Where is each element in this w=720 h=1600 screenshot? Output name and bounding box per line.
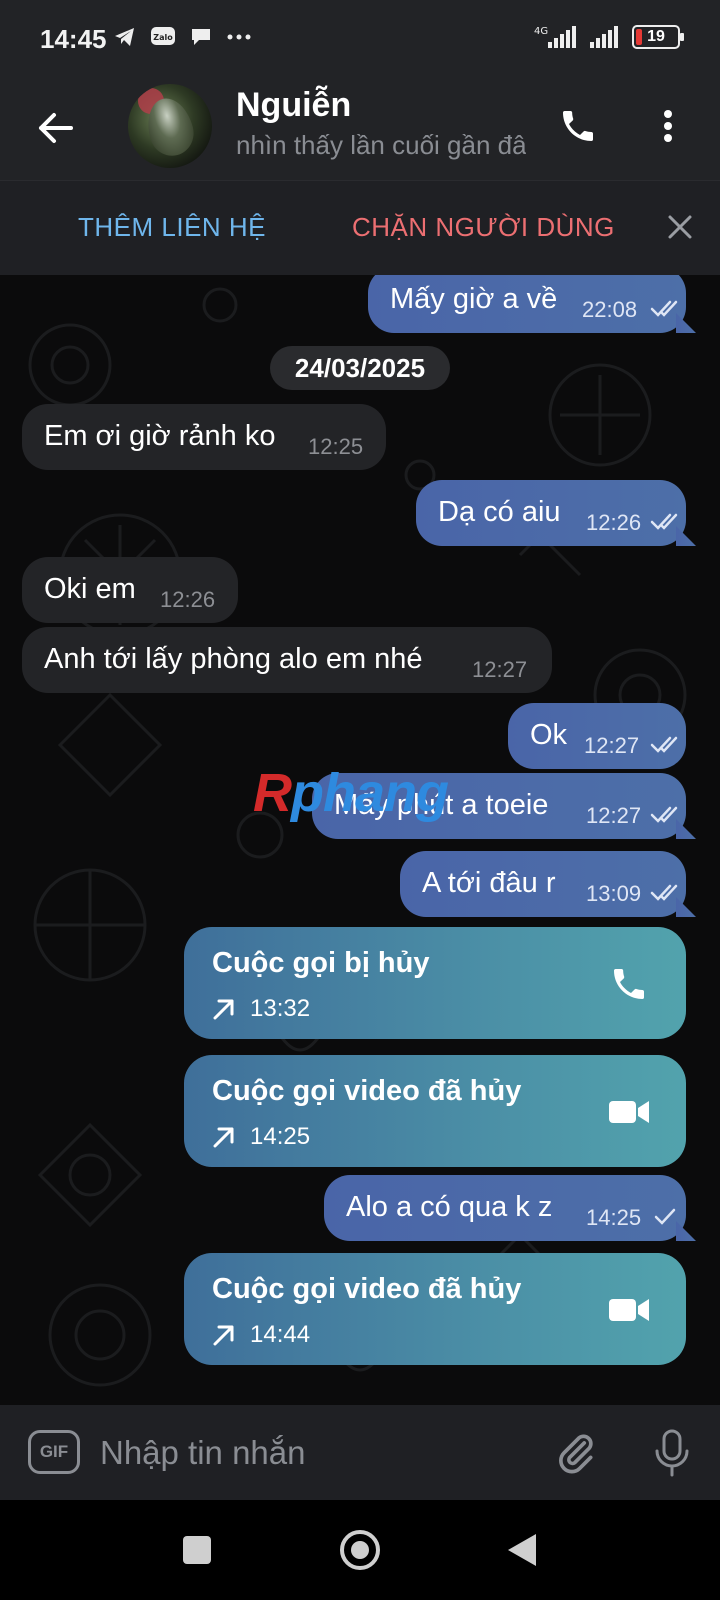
signal-icon <box>590 26 618 48</box>
message-text: Dạ có aiu <box>438 496 561 528</box>
call-back-button[interactable] <box>606 961 652 1007</box>
contact-name[interactable]: Nguiễn <box>236 86 351 125</box>
zalo-icon: Zalo <box>150 24 176 50</box>
message-bubble-outgoing[interactable]: Dạ có aiu 12:26 <box>416 480 686 546</box>
avatar[interactable] <box>128 84 212 168</box>
message-time: 12:27 <box>584 733 640 758</box>
gif-button[interactable]: GIF <box>28 1430 80 1474</box>
telegram-icon <box>112 24 138 50</box>
notification-icons: Zalo <box>112 24 252 50</box>
call-button[interactable] <box>552 100 604 152</box>
outgoing-arrow-icon <box>213 999 234 1020</box>
message-text: Em ơi giờ rảnh ko <box>44 420 276 452</box>
double-check-icon <box>650 806 678 823</box>
video-call-back-button[interactable] <box>606 1287 652 1333</box>
svg-text:4G: 4G <box>534 26 548 37</box>
attach-button[interactable] <box>552 1429 600 1477</box>
message-time: 22:08 <box>582 297 638 322</box>
more-options-button[interactable] <box>648 100 688 152</box>
message-time: 12:26 <box>586 510 642 535</box>
message-text: Ok <box>530 719 568 751</box>
call-time: 14:25 <box>250 1123 311 1150</box>
double-check-icon <box>650 513 678 530</box>
paperclip-icon <box>559 1434 593 1474</box>
message-time: 12:27 <box>472 657 528 682</box>
video-call-message-cancelled[interactable]: Cuộc gọi video đã hủy 14:25 <box>184 1055 686 1167</box>
video-camera-icon <box>609 1299 649 1321</box>
system-back-button[interactable] <box>508 1534 536 1566</box>
arrow-left-icon <box>39 113 73 143</box>
message-input[interactable] <box>100 1425 520 1481</box>
message-time: 12:25 <box>308 434 364 459</box>
video-call-back-button[interactable] <box>606 1089 652 1135</box>
message-bubble-outgoing[interactable]: Alo a có qua k z 14:25 <box>324 1175 686 1241</box>
call-title: Cuộc gọi video đã hủy <box>212 1075 522 1107</box>
message-list[interactable]: Mấy giờ a về 22:08 24/03/2025 Em ơi giờ … <box>0 275 720 1405</box>
chat-icon <box>188 24 214 50</box>
signal-4g-icon: 4G <box>534 26 576 48</box>
message-text: Mấy giờ a về <box>390 283 558 315</box>
more-dots-icon <box>226 24 252 50</box>
call-time: 14:44 <box>250 1321 311 1348</box>
phone-icon <box>614 969 644 999</box>
chat-header: Nguiễn nhìn thấy lần cuối gần đây <box>0 76 720 180</box>
close-action-bar-button[interactable] <box>660 207 700 247</box>
message-bubble-incoming[interactable]: Anh tới lấy phòng alo em nhé 12:27 <box>22 627 552 693</box>
back-button[interactable] <box>30 102 82 154</box>
contact-last-seen: nhìn thấy lần cuối gần đây <box>236 130 526 160</box>
message-time: 12:27 <box>586 803 642 828</box>
message-time: 14:25 <box>586 1205 642 1230</box>
block-user-button[interactable]: CHẶN NGƯỜI DÙNG <box>352 212 615 243</box>
message-text: Oki em <box>44 573 136 605</box>
double-check-icon <box>650 736 678 753</box>
message-bubble-incoming[interactable]: Oki em 12:26 <box>22 557 238 623</box>
message-time: 12:26 <box>160 587 216 612</box>
recent-apps-button[interactable] <box>183 1536 211 1564</box>
status-time: 14:45 <box>40 24 107 54</box>
message-text: Alo a có qua k z <box>346 1191 553 1223</box>
check-icon <box>654 1208 676 1225</box>
message-bubble-outgoing[interactable]: Mấy giờ a về 22:08 <box>368 275 686 333</box>
call-message-cancelled[interactable]: Cuộc gọi bị hủy 13:32 <box>184 927 686 1039</box>
vertical-dots-icon <box>664 110 672 142</box>
phone-icon <box>563 111 593 141</box>
system-navigation-bar <box>0 1500 720 1600</box>
message-text: A tới đâu r <box>422 867 556 899</box>
battery-icon: 19 <box>632 25 684 49</box>
call-title: Cuộc gọi video đã hủy <box>212 1273 522 1305</box>
outgoing-arrow-icon <box>213 1325 234 1346</box>
message-bubble-outgoing[interactable]: Ok 12:27 <box>508 703 686 769</box>
voice-record-button[interactable] <box>648 1427 696 1479</box>
message-text: Anh tới lấy phòng alo em nhé <box>44 643 423 675</box>
home-button[interactable] <box>340 1530 380 1570</box>
microphone-icon <box>655 1429 689 1477</box>
contact-action-bar: THÊM LIÊN HỆ CHẶN NGƯỜI DÙNG <box>0 180 720 275</box>
message-time: 13:09 <box>586 881 642 906</box>
svg-text:Zalo: Zalo <box>153 33 173 42</box>
date-separator: 24/03/2025 <box>270 346 450 390</box>
message-composer: GIF <box>0 1405 720 1500</box>
system-indicators: 4G 19 <box>534 24 684 50</box>
message-bubble-incoming[interactable]: Em ơi giờ rảnh ko 12:25 <box>22 404 386 470</box>
add-contact-button[interactable]: THÊM LIÊN HỆ <box>78 212 266 243</box>
status-bar: 14:45 Zalo 4G 19 <box>0 0 720 76</box>
outgoing-arrow-icon <box>213 1127 234 1148</box>
video-call-message-cancelled[interactable]: Cuộc gọi video đã hủy 14:44 <box>184 1253 686 1365</box>
watermark-logo: Rphang <box>253 763 449 823</box>
double-check-icon <box>650 300 678 317</box>
call-time: 13:32 <box>250 995 311 1022</box>
message-bubble-outgoing[interactable]: A tới đâu r 13:09 <box>400 851 686 917</box>
call-title: Cuộc gọi bị hủy <box>212 947 430 979</box>
double-check-icon <box>650 884 678 901</box>
close-icon <box>668 215 692 239</box>
video-camera-icon <box>609 1101 649 1123</box>
